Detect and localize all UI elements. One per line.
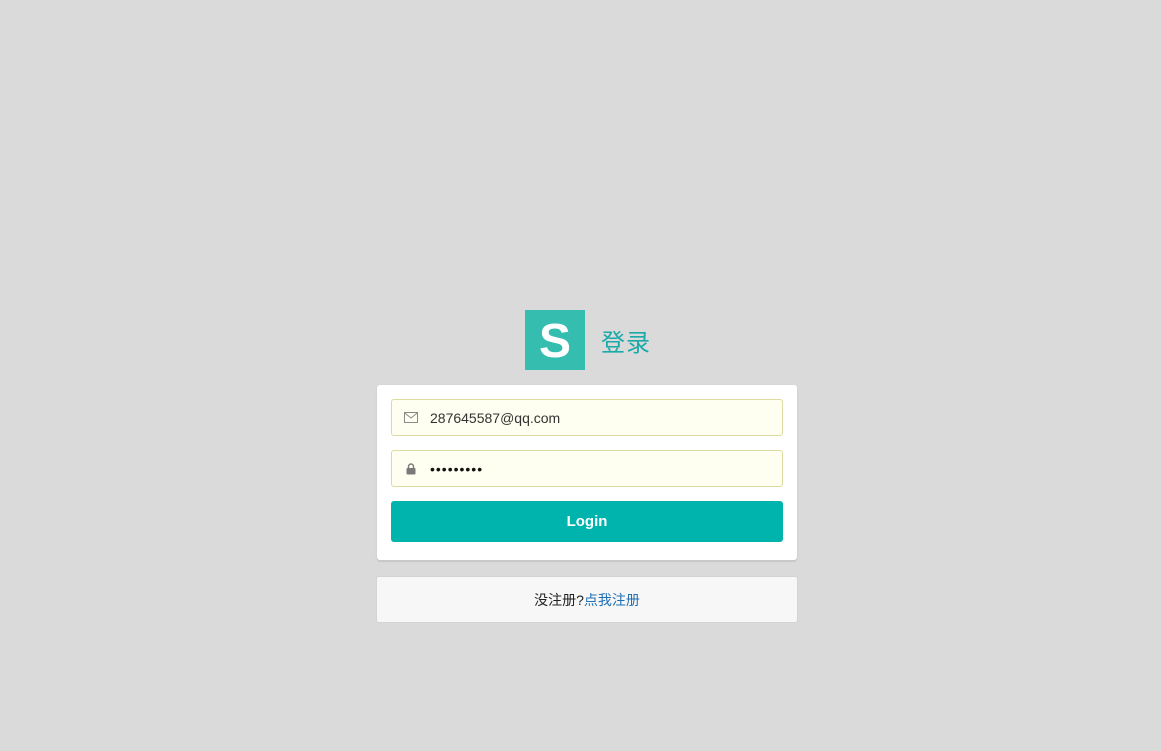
register-link[interactable]: 点我注册 — [584, 590, 640, 610]
logo: S — [525, 310, 585, 370]
email-value: 287645587@qq.com — [430, 409, 561, 426]
register-panel: 没注册? 点我注册 — [376, 576, 798, 623]
password-field[interactable]: ••••••••• — [391, 450, 783, 487]
login-header: S 登录 — [525, 310, 651, 370]
logo-s-icon: S — [539, 315, 571, 368]
page-title: 登录 — [601, 328, 651, 357]
register-prompt: 没注册? — [534, 591, 584, 608]
password-value: ••••••••• — [430, 460, 484, 477]
lock-icon — [392, 462, 430, 475]
login-card: 287645587@qq.com ••••••••• Login — [377, 385, 797, 560]
logo-letter: S — [539, 315, 571, 368]
email-field[interactable]: 287645587@qq.com — [391, 399, 783, 436]
login-button[interactable]: Login — [391, 501, 783, 542]
envelope-icon — [392, 412, 430, 423]
